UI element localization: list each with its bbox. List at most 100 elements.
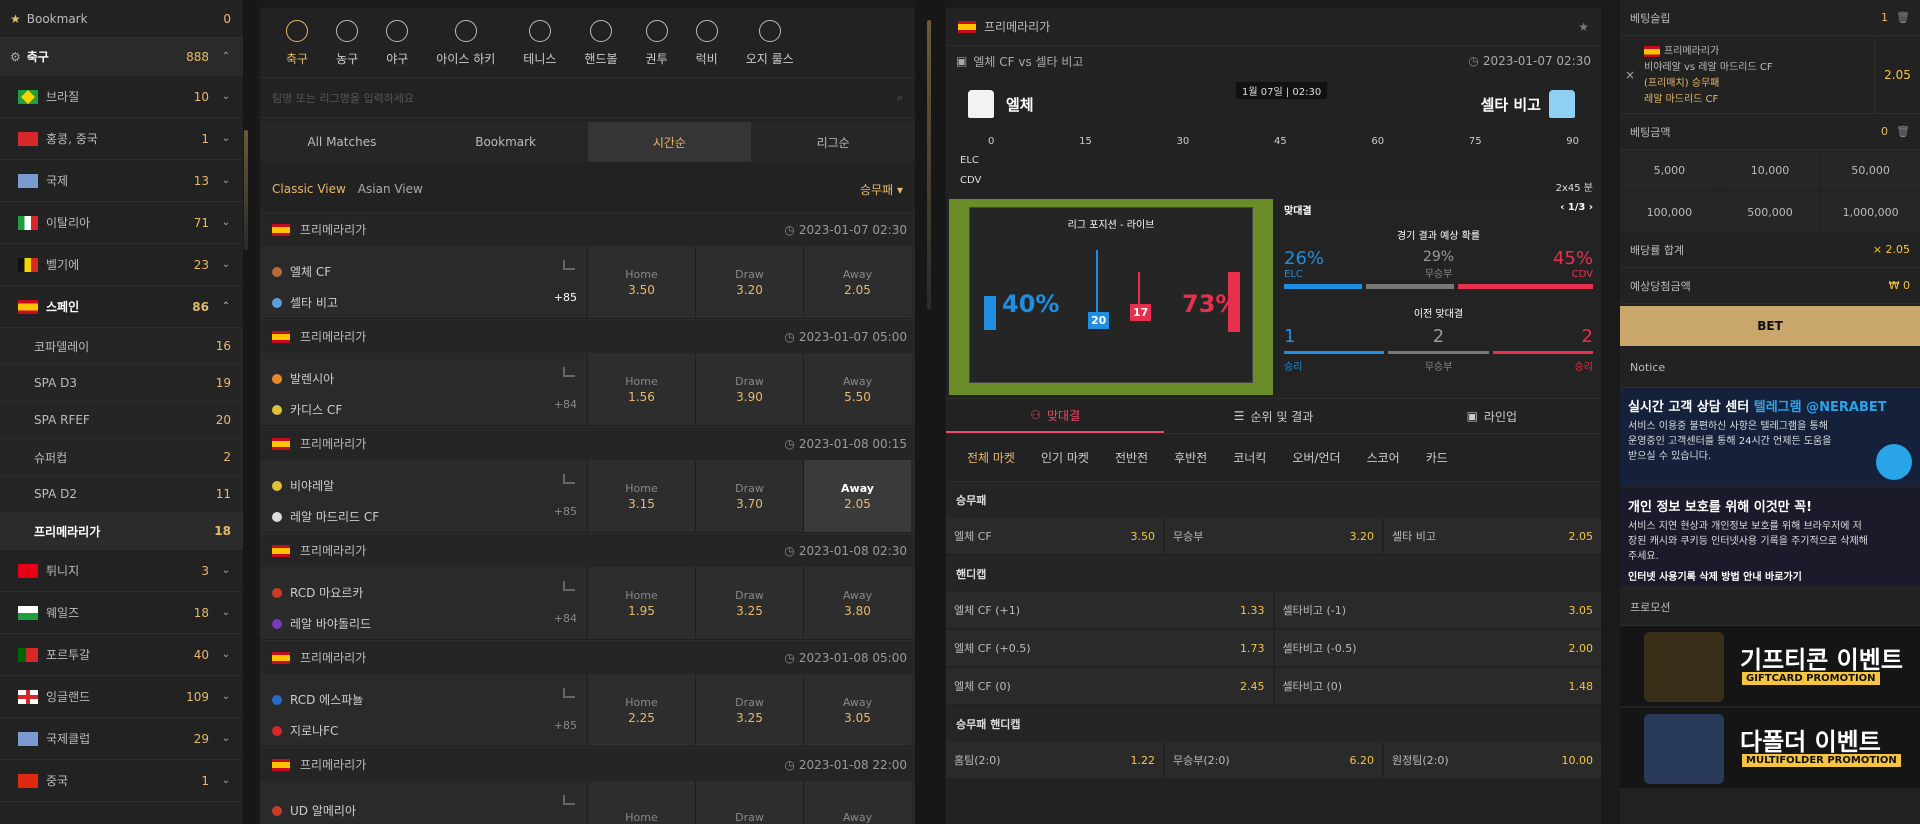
odd-home[interactable]: Home 3.15 [587,460,695,532]
market-dropdown[interactable]: 승무패 ▾ [860,181,903,198]
sidebar-league-spa-rfef[interactable]: SPA RFEF 20 [0,402,243,439]
sport-tab-handball[interactable]: 핸드볼 [584,20,618,67]
tab-by-league[interactable]: 리그순 [751,122,915,162]
sidebar-item-wales[interactable]: 웨일즈 18 ⌄ [0,592,243,634]
sidebar-league-copa[interactable]: 코파델레이 16 [0,328,243,365]
odd-draw[interactable]: Draw [695,781,803,824]
market-tab-corners[interactable]: 코너킥 [1233,449,1266,466]
market-tab-first-half[interactable]: 전반전 [1115,449,1148,466]
market-tab-popular[interactable]: 인기 마켓 [1041,449,1089,466]
sidebar-league-primera[interactable]: 프리메라리가 18 [0,513,243,550]
sport-tab-icehockey[interactable]: 아이스 하키 [436,20,495,67]
odd-home[interactable]: Home 1.95 [587,567,695,639]
sidebar-item-brazil[interactable]: 브라질 10 ⌄ [0,76,243,118]
classic-view-toggle[interactable]: Classic View [272,182,346,196]
h2h-pager[interactable]: ‹ 1/3 › [1560,202,1593,217]
odd-away[interactable]: Away [803,781,911,824]
tab-lineup[interactable]: ▣ 라인업 [1383,399,1601,433]
more-markets-count[interactable]: +84 [554,398,577,411]
odd-draw[interactable]: Draw 3.70 [695,460,803,532]
odd-home[interactable]: Home 1.56 [587,353,695,425]
market-tab-second-half[interactable]: 후반전 [1174,449,1207,466]
close-icon[interactable]: × [1620,36,1640,113]
bet-button[interactable]: BET [1620,306,1920,346]
search-icon[interactable]: ⌕ [897,91,903,105]
tab-by-time[interactable]: 시간순 [587,122,752,162]
stats-chart-icon[interactable] [563,581,575,591]
odd-away[interactable]: Away 5.50 [803,353,911,425]
amount-button[interactable]: 1,000,000 [1821,192,1920,232]
more-markets-count[interactable]: +85 [554,719,577,732]
tab-standings[interactable]: ☰ 순위 및 결과 [1164,399,1382,433]
trash-icon[interactable]: 🗑 [1896,125,1910,138]
sidebar-scrollbar-thumb[interactable] [244,130,248,250]
odd-cell[interactable]: 원정팀(2:0) 10.00 [1384,742,1601,778]
match-teams[interactable]: RCD 마요르카 레알 바야돌리드 +84 [260,567,587,639]
sidebar-item-spain[interactable]: 스페인 86 ⌃ [0,286,243,328]
odd-cell[interactable]: 셀타비고 (-1) 3.05 [1274,592,1601,628]
trash-icon[interactable]: 🗑 [1896,11,1910,24]
match-teams[interactable]: RCD 에스파뇰 지로나FC +85 [260,674,587,746]
amount-button[interactable]: 500,000 [1720,192,1820,232]
asian-view-toggle[interactable]: Asian View [358,182,860,196]
odd-cell[interactable]: 셀타비고 (-0.5) 2.00 [1274,630,1601,666]
market-tab-score[interactable]: 스코어 [1367,449,1400,466]
odd-away[interactable]: Away 3.05 [803,674,911,746]
sidebar-scrollbar-track[interactable] [243,0,257,824]
sidebar-league-spa-d2[interactable]: SPA D2 11 [0,476,243,513]
search-bar[interactable]: 팀명 또는 리그명을 입력하세요 ⌕ [260,78,915,118]
amount-button[interactable]: 50,000 [1821,150,1920,190]
giftcard-promo-banner[interactable]: 기프티콘 이벤트 GIFTCARD PROMOTION [1620,626,1920,706]
odd-draw[interactable]: Draw 3.90 [695,353,803,425]
stats-chart-icon[interactable] [563,795,575,805]
privacy-banner-link[interactable]: 인터넷 사용기록 삭제 방법 안내 바로가기 [1628,568,1912,583]
tab-all-matches[interactable]: All Matches [260,122,424,162]
sidebar-item-belgium[interactable]: 벨기에 23 ⌄ [0,244,243,286]
odd-away[interactable]: Away 3.80 [803,567,911,639]
odd-draw[interactable]: Draw 3.20 [695,246,803,318]
stats-chart-icon[interactable] [563,367,575,377]
match-teams[interactable]: 엘체 CF 셀타 비고 +85 [260,246,587,318]
sidebar-item-tunisia[interactable]: 튀니지 3 ⌄ [0,550,243,592]
odd-cell[interactable]: 엘체 CF (+1) 1.33 [946,592,1273,628]
sport-tab-soccer[interactable]: 축구 [286,20,308,67]
sport-tab-rugby[interactable]: 럭비 [696,20,718,67]
sidebar-item-italy[interactable]: 이탈리아 71 ⌄ [0,202,243,244]
sport-tab-aussie-rules[interactable]: 오지 룰스 [746,20,794,67]
odd-cell[interactable]: 엘체 CF (+0.5) 1.73 [946,630,1273,666]
sidebar-league-spa-d3[interactable]: SPA D3 19 [0,365,243,402]
odd-home[interactable]: Home [587,781,695,824]
sidebar-item-portugal[interactable]: 포르투갈 40 ⌄ [0,634,243,676]
market-tab-all[interactable]: 전체 마켓 [967,449,1015,466]
more-markets-count[interactable]: +85 [554,291,577,304]
matchlist-scrollbar-thumb[interactable] [927,20,931,310]
sidebar-league-supercup[interactable]: 슈퍼컵 2 [0,439,243,476]
sport-tab-tennis[interactable]: 테니스 [523,20,556,67]
more-markets-count[interactable]: +84 [554,612,577,625]
sidebar-item-china[interactable]: 중국 1 ⌄ [0,760,243,802]
odd-home[interactable]: Home 2.25 [587,674,695,746]
match-teams[interactable]: 발렌시아 카디스 CF +84 [260,353,587,425]
sidebar-item-intl-club[interactable]: 국제클럽 29 ⌄ [0,718,243,760]
stats-chart-icon[interactable] [563,260,575,270]
support-banner[interactable]: 실시간 고객 상담 센터 텔레그램 @NERABET 서비스 이용중 불편하신 … [1620,388,1920,486]
odd-away[interactable]: Away 2.05 [803,246,911,318]
stats-chart-icon[interactable] [563,474,575,484]
tab-h2h[interactable]: ⚇ 맞대결 [946,399,1165,433]
search-input[interactable]: 팀명 또는 리그명을 입력하세요 [272,90,897,106]
sport-tab-baseball[interactable]: 야구 [386,20,408,67]
privacy-banner[interactable]: 개인 정보 보호를 위해 이것만 꼭! 서비스 지연 현상과 개인정보 보호를 … [1620,488,1920,586]
sidebar-item-international[interactable]: 국제 13 ⌄ [0,160,243,202]
odd-cell[interactable]: 엘체 CF (0) 2.45 [946,668,1273,704]
sport-tab-boxing[interactable]: 권투 [646,20,668,67]
amount-button[interactable]: 5,000 [1620,150,1719,190]
sidebar-item-england[interactable]: 잉글랜드 109 ⌄ [0,676,243,718]
odd-draw[interactable]: Draw 3.25 [695,674,803,746]
odd-cell[interactable]: 엘체 CF 3.50 [946,518,1163,554]
tab-bookmark[interactable]: Bookmark [423,122,588,162]
stats-chart-icon[interactable] [563,688,575,698]
match-teams[interactable]: UD 알메리아 [260,781,587,824]
amount-button[interactable]: 100,000 [1620,192,1719,232]
market-tab-cards[interactable]: 카드 [1426,449,1448,466]
bet-amount-value[interactable]: 0 [1881,125,1888,138]
